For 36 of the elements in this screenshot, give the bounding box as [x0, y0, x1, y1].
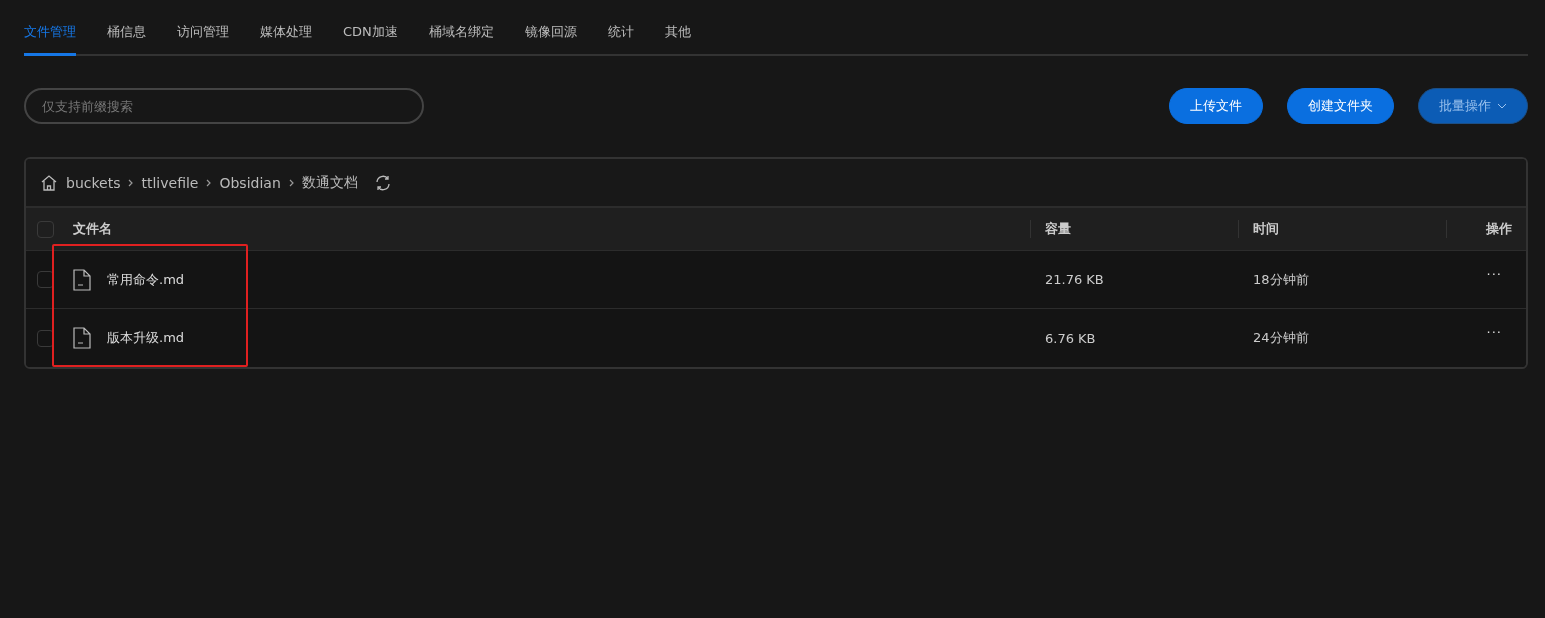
tab[interactable]: 文件管理 — [24, 14, 76, 56]
modified-time: 24分钟前 — [1253, 329, 1309, 347]
file-size: 21.76 KB — [1045, 272, 1104, 287]
file-icon — [73, 327, 91, 349]
tab[interactable]: 桶域名绑定 — [428, 14, 494, 56]
tab[interactable]: 访问管理 — [177, 14, 229, 56]
tab[interactable]: 统计 — [607, 14, 634, 56]
column-header: 时间 — [1253, 220, 1279, 238]
home-icon[interactable] — [40, 173, 58, 192]
action-button[interactable]: 上传文件 — [1169, 88, 1263, 124]
file-icon — [73, 268, 91, 291]
tab[interactable]: 其他 — [664, 14, 691, 56]
more-button[interactable]: ··· — [1486, 325, 1502, 340]
file-size: 6.76 KB — [1045, 330, 1096, 346]
chevron-icon — [288, 178, 294, 187]
tab[interactable]: 镜像回源 — [524, 14, 577, 56]
action-button[interactable]: 创建文件夹 — [1287, 88, 1394, 124]
breadcrumb-link[interactable]: buckets — [66, 174, 121, 191]
column-header: 操作 — [1486, 220, 1512, 238]
breadcrumb-link[interactable]: ttlivefile — [141, 174, 199, 191]
breadcrumb-link[interactable]: Obsidian — [219, 174, 281, 191]
search-field[interactable]: 仅支持前缀搜索 — [24, 88, 424, 124]
file-name[interactable]: 常用命令.md — [107, 270, 185, 289]
checkbox[interactable] — [37, 220, 54, 238]
refresh-icon[interactable] — [373, 173, 392, 192]
file-name[interactable]: 版本升级.md — [107, 329, 185, 347]
column-header: 容量 — [1045, 220, 1071, 238]
chevron-icon — [206, 178, 212, 187]
tab[interactable]: CDN加速 — [343, 14, 398, 56]
column-header: 文件名 — [73, 220, 112, 238]
more-button[interactable]: ··· — [1486, 267, 1502, 282]
tab[interactable]: 桶信息 — [107, 14, 146, 56]
chevron-icon — [128, 178, 134, 187]
breadcrumb-link[interactable]: 数通文档 — [301, 173, 358, 192]
modified-time: 18分钟前 — [1253, 270, 1309, 289]
tab[interactable]: 媒体处理 — [260, 14, 312, 56]
